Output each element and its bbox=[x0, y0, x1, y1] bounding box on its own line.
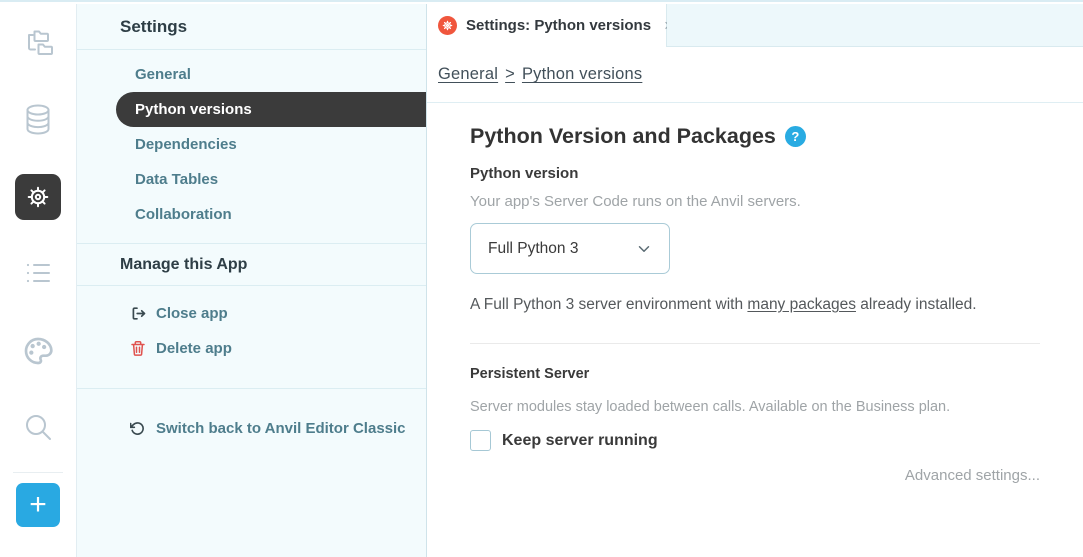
switch-back-section: Switch back to Anvil Editor Classic bbox=[77, 389, 426, 446]
python-version-label: Python version bbox=[470, 165, 1040, 182]
app-structure-icon[interactable] bbox=[0, 4, 77, 81]
help-icon[interactable]: ? bbox=[785, 126, 806, 147]
breadcrumb-separator: > bbox=[505, 65, 515, 83]
settings-panel: Settings General Python versions Depende… bbox=[77, 4, 427, 557]
tab-gear-icon bbox=[438, 16, 457, 35]
keep-server-running-row: Keep server running bbox=[470, 430, 1040, 451]
outline-list-icon[interactable] bbox=[0, 235, 77, 312]
search-icon[interactable] bbox=[0, 389, 77, 466]
rotate-ccw-icon bbox=[130, 420, 147, 437]
settings-item-python-versions[interactable]: Python versions bbox=[116, 92, 426, 127]
python-version-select[interactable]: Full Python 3 bbox=[470, 223, 670, 274]
note-prefix: A Full Python 3 server environment with bbox=[470, 296, 747, 313]
anvil-editor-window: + Settings General Python versions Depen… bbox=[0, 0, 1083, 557]
chevron-down-icon bbox=[635, 240, 653, 258]
many-packages-link[interactable]: many packages bbox=[747, 296, 856, 313]
persistent-server-label: Persistent Server bbox=[470, 366, 1040, 382]
page-title: Python Version and Packages bbox=[470, 124, 776, 149]
note-suffix: already installed. bbox=[856, 296, 977, 313]
persistent-server-description: Server modules stay loaded between calls… bbox=[470, 399, 1040, 415]
python-version-select-value: Full Python 3 bbox=[488, 240, 578, 258]
close-app-icon bbox=[130, 305, 147, 322]
keep-server-running-checkbox[interactable] bbox=[470, 430, 491, 451]
settings-content: Python Version and Packages ? Python ver… bbox=[427, 103, 1083, 484]
settings-item-dependencies[interactable]: Dependencies bbox=[77, 127, 426, 162]
switch-back-label: Switch back to Anvil Editor Classic bbox=[156, 420, 406, 437]
add-component-button[interactable]: + bbox=[16, 483, 60, 527]
trash-icon bbox=[130, 340, 147, 357]
python-version-description: Your app's Server Code runs on the Anvil… bbox=[470, 193, 1040, 210]
breadcrumb-link-python-versions[interactable]: Python versions bbox=[522, 65, 642, 83]
section-divider bbox=[470, 343, 1040, 344]
tab-title: Settings: Python versions bbox=[466, 17, 651, 34]
theme-palette-icon[interactable] bbox=[0, 312, 77, 389]
environment-note: A Full Python 3 server environment with … bbox=[470, 296, 1040, 314]
settings-item-data-tables[interactable]: Data Tables bbox=[77, 162, 426, 197]
manage-app-menu: Close app Delete app bbox=[77, 286, 426, 389]
settings-active-chip bbox=[15, 174, 61, 220]
keep-server-running-label: Keep server running bbox=[502, 432, 658, 450]
switch-back-item[interactable]: Switch back to Anvil Editor Classic bbox=[77, 411, 426, 446]
advanced-settings-link[interactable]: Advanced settings... bbox=[470, 467, 1040, 484]
close-app-label: Close app bbox=[156, 305, 228, 322]
breadcrumb-link-general[interactable]: General bbox=[438, 65, 498, 83]
settings-item-general[interactable]: General bbox=[77, 57, 426, 92]
icon-sidebar: + bbox=[0, 4, 77, 557]
settings-panel-title: Settings bbox=[77, 4, 426, 50]
rail-divider bbox=[13, 472, 63, 473]
page-heading-row: Python Version and Packages ? bbox=[470, 124, 1040, 149]
settings-menu: General Python versions Dependencies Dat… bbox=[77, 50, 426, 244]
settings-gear-icon[interactable] bbox=[0, 158, 77, 235]
close-app-item[interactable]: Close app bbox=[77, 296, 426, 331]
database-icon[interactable] bbox=[0, 81, 77, 158]
breadcrumb: General > Python versions bbox=[438, 65, 642, 84]
main-area: Settings: Python versions × General > Pyth… bbox=[427, 4, 1083, 557]
delete-app-item[interactable]: Delete app bbox=[77, 331, 426, 366]
delete-app-label: Delete app bbox=[156, 340, 232, 357]
tab-bar: Settings: Python versions × bbox=[427, 4, 1083, 47]
breadcrumb-bar: General > Python versions bbox=[427, 47, 1083, 103]
manage-app-title: Manage this App bbox=[77, 244, 426, 286]
tab-settings-python-versions[interactable]: Settings: Python versions × bbox=[427, 4, 667, 47]
tab-bar-empty-space bbox=[667, 4, 1083, 47]
settings-item-collaboration[interactable]: Collaboration bbox=[77, 197, 426, 232]
